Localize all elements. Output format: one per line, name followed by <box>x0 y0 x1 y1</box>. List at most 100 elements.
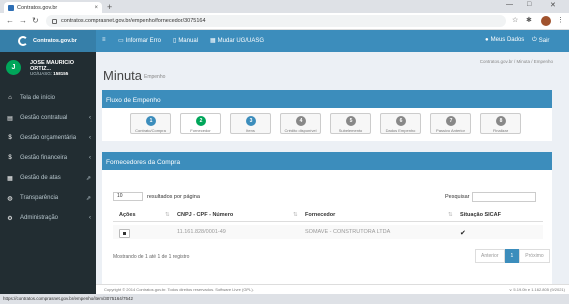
page-1-button[interactable]: 1 <box>504 249 520 263</box>
tab-close-icon[interactable]: × <box>94 5 98 11</box>
step-label: Finalizar <box>492 128 509 133</box>
back-icon[interactable]: ← <box>6 16 14 25</box>
new-tab-icon[interactable]: + <box>107 2 112 12</box>
uasg-value: 158155 <box>53 71 69 76</box>
cell-fornecedor: SOMAVE - CONSTRUTORA LTDA <box>305 229 391 235</box>
step-label: Fornecedor <box>190 128 211 133</box>
page-footer: Copyright © 2014 Contratos.gov.br. Todos… <box>96 284 569 294</box>
app-logo[interactable]: Contratos.gov.br <box>0 30 96 52</box>
table-header: Ações ⇅ CNPJ - CPF - Número ⇅ Fornecedor… <box>113 210 543 222</box>
step-label: Itens <box>246 128 255 133</box>
informar-erro-label: Informar Erro <box>125 37 162 44</box>
step-1[interactable]: 1 Contrato/Compra <box>130 113 171 134</box>
file-icon: ▤ <box>7 115 13 122</box>
step-6[interactable]: 6 Dados Empenho <box>380 113 421 134</box>
step-number: 7 <box>446 116 456 126</box>
col-sicaf[interactable]: Situação SICAF <box>460 212 501 218</box>
bookmark-star-icon[interactable]: ☆ <box>512 16 518 24</box>
sidebar-item-label: Gestão contratual <box>20 115 68 121</box>
sidebar-item-gestao-contratual[interactable]: ▤ Gestão contratual ‹ <box>0 108 96 128</box>
step-label: Dados Empenho <box>385 128 416 133</box>
step-2[interactable]: 2 Fornecedor <box>180 113 221 134</box>
gear-icon: ⚙ <box>7 215 13 222</box>
search-control: Pesquisar <box>445 192 537 202</box>
maximize-icon[interactable]: □ <box>527 1 531 8</box>
sair-link[interactable]: ⏻ Sair <box>532 37 549 44</box>
step-4[interactable]: 4 Crédito disponível <box>280 113 321 134</box>
minimize-icon[interactable]: — <box>506 1 513 8</box>
fluxo-empenho-title: Fluxo de Empenho <box>102 93 552 108</box>
main-content: Minuta Empenho Contratos.gov.br / Minuta… <box>96 52 559 294</box>
sort-icon[interactable]: ⇅ <box>165 212 170 218</box>
select-action-button[interactable] <box>119 229 130 238</box>
sidebar-item-label: Tela de início <box>20 95 56 101</box>
step-label: Crédito disponível <box>284 128 317 133</box>
page-length-label: resultados por página <box>147 193 200 200</box>
step-label: Contrato/Compra <box>135 128 166 133</box>
sidebar-item-label: Gestão financeira <box>20 155 68 161</box>
footer-copyright: Copyright © 2014 Contratos.gov.br. Todos… <box>104 287 254 292</box>
logo-icon <box>18 36 28 46</box>
footer-version: v. 5.19.0b e 1.162.805 (9/2021) <box>509 287 565 292</box>
chevron-left-icon: ‹ <box>89 135 91 141</box>
pagination: Anterior 1 Próximo <box>475 249 550 263</box>
mudar-uasg-link[interactable]: ▦ Mudar UG/UASG <box>210 37 264 45</box>
sort-icon[interactable]: ⇅ <box>448 212 453 218</box>
browser-status-bar: https://contratos.comprasnet.gov.br/empe… <box>0 294 569 304</box>
meus-dados-link[interactable]: ● Meus Dados <box>485 37 524 43</box>
col-acoes: Ações <box>119 212 136 218</box>
sidebar-toggle-icon[interactable]: ≡ <box>102 37 106 43</box>
extensions-icon[interactable]: ✱ <box>526 16 532 24</box>
prev-page-button[interactable]: Anterior <box>475 249 505 263</box>
page-subtitle: Empenho <box>144 74 166 80</box>
next-page-button[interactable]: Próximo <box>519 249 550 263</box>
sidebar-item-gestao-financeira[interactable]: $ Gestão financeira ‹ <box>0 148 96 168</box>
home-icon: ⌂ <box>8 95 12 101</box>
table-row: 11.161.828/0001-49 SOMAVE - CONSTRUTORA … <box>113 225 543 239</box>
reload-icon[interactable]: ↻ <box>32 16 39 25</box>
sidebar: J JOSE MAURICIO ORTIZ... UG/UASG: 158155… <box>0 52 96 294</box>
sidebar-item-administracao[interactable]: ⚙ Administração ‹ <box>0 208 96 228</box>
page-length-control: 10 resultados por página <box>113 192 200 201</box>
fornecedores-box: Fornecedores da Compra 10 resultados por… <box>102 152 552 288</box>
browser-menu-icon[interactable]: ⋮ <box>557 16 564 24</box>
step-7[interactable]: 7 Passivo Anterior <box>430 113 471 134</box>
search-input[interactable] <box>472 192 537 202</box>
grid-icon: ▦ <box>7 175 13 182</box>
step-number: 3 <box>246 116 256 126</box>
sidebar-item-gestao-atas[interactable]: ▦ Gestão de atas ⇗ <box>0 168 96 188</box>
address-bar-row: ← → ↻ contratos.comprasnet.gov.br/empenh… <box>0 13 569 30</box>
col-cnpj[interactable]: CNPJ - CPF - Número <box>177 212 233 218</box>
step-5[interactable]: 5 Subelemento <box>330 113 371 134</box>
sidebar-item-gestao-orcamentaria[interactable]: $ Gestão orçamentária ‹ <box>0 128 96 148</box>
step-number: 4 <box>296 116 306 126</box>
url-field[interactable]: contratos.comprasnet.gov.br/empenho/forn… <box>46 15 506 27</box>
step-label: Passivo Anterior <box>436 128 465 133</box>
browser-tab-bar: Contratos.gov.br × + — □ ✕ <box>0 0 569 13</box>
url-text: contratos.comprasnet.gov.br/empenho/forn… <box>61 18 206 24</box>
step-3[interactable]: 3 Itens <box>230 113 271 134</box>
sort-icon[interactable]: ⇅ <box>293 212 298 218</box>
sidebar-item-tela-inicio[interactable]: ⌂ Tela de início <box>0 88 96 108</box>
breadcrumb: Contratos.gov.br / Minuta / Empenho <box>479 59 553 64</box>
table-info: Mostrando de 1 até 1 de 1 registro <box>113 254 190 260</box>
sidebar-item-label: Gestão de atas <box>20 175 61 181</box>
col-fornecedor[interactable]: Fornecedor <box>305 212 335 218</box>
user-uasg: UG/UASG: 158155 <box>30 71 68 76</box>
step-number: 5 <box>346 116 356 126</box>
sidebar-item-transparencia[interactable]: ◍ Transparência ⇗ <box>0 188 96 208</box>
step-number: 8 <box>496 116 506 126</box>
close-window-icon[interactable]: ✕ <box>550 1 556 9</box>
user-panel: J JOSE MAURICIO ORTIZ... UG/UASG: 158155 <box>0 52 96 88</box>
step-8[interactable]: 8 Finalizar <box>480 113 521 134</box>
profile-avatar[interactable] <box>541 16 551 26</box>
fornecedores-title: Fornecedores da Compra <box>102 155 552 170</box>
page-length-select[interactable]: 10 <box>113 192 143 201</box>
informar-erro-link[interactable]: ▭ Informar Erro <box>118 37 162 45</box>
page-title: Minuta <box>103 68 143 83</box>
forward-icon[interactable]: → <box>19 16 27 25</box>
logout-icon: ⏻ <box>532 37 537 43</box>
browser-tab[interactable]: Contratos.gov.br × <box>4 2 102 13</box>
manual-link[interactable]: ▯ Manual <box>173 37 198 45</box>
sair-label: Sair <box>538 37 550 44</box>
